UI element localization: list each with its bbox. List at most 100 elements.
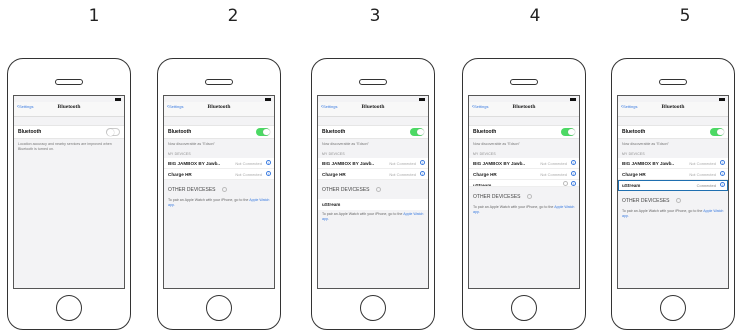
info-icon[interactable]: i [571, 181, 576, 187]
device-status: Not Connected [389, 172, 416, 178]
bluetooth-row: Bluetooth [14, 125, 124, 139]
ustream-row[interactable]: uStream [318, 199, 428, 211]
device-row[interactable]: BIG JAMBOX BY Jawb.. Not Connected i [469, 158, 579, 170]
loading-spinner-icon [676, 198, 681, 204]
bluetooth-toggle[interactable] [410, 128, 424, 136]
device-row[interactable]: BIG JAMBOX BY Jawb.. Not Connected i [618, 158, 728, 170]
bluetooth-toggle[interactable] [106, 128, 120, 136]
earpiece [659, 79, 687, 85]
loading-spinner-icon [376, 187, 381, 193]
home-button[interactable] [511, 295, 537, 321]
device-name: Charge HR [168, 171, 192, 177]
info-icon[interactable]: i [266, 171, 271, 177]
nav-bar: ‹Settings Bluetooth [469, 102, 579, 117]
ustream-row[interactable]: uStream i [469, 180, 579, 188]
bluetooth-toggle[interactable] [256, 128, 270, 136]
home-button[interactable] [660, 295, 686, 321]
info-icon[interactable]: i [720, 182, 725, 188]
device-name: Charge HR [622, 171, 646, 177]
nav-bar: ‹Settings Bluetooth [318, 102, 428, 117]
bluetooth-row: Bluetooth [469, 125, 579, 139]
device-name: Charge HR [322, 171, 346, 177]
device-status: Not Connected [389, 161, 416, 167]
earpiece [510, 79, 538, 85]
discoverable-note: Now discoverable as "Edson" [168, 142, 215, 146]
device-row[interactable]: Charge HR Not Connected i [164, 169, 274, 181]
page-title: Bluetooth [207, 104, 231, 110]
other-devices-label: OTHER DEVICESES [622, 198, 670, 205]
screen: ‹Settings Bluetooth Bluetooth Now discov… [163, 95, 275, 289]
screen: ‹Settings Bluetooth Bluetooth Location a… [13, 95, 125, 289]
step-number-1: 1 [88, 6, 100, 26]
ustream-status: Connected [696, 183, 716, 189]
info-icon[interactable]: i [571, 171, 576, 177]
toggle-knob [717, 128, 724, 135]
ustream-name: uStream [622, 182, 641, 188]
other-devices-label: OTHER DEVICESES [168, 187, 216, 194]
nav-bar: ‹Settings Bluetooth [14, 102, 124, 117]
device-status: Not Connected [235, 161, 262, 167]
bluetooth-label: Bluetooth [622, 129, 646, 135]
info-icon[interactable]: i [420, 171, 425, 177]
ustream-row-highlighted[interactable]: uStream Connected i [618, 180, 728, 192]
bluetooth-label: Bluetooth [473, 129, 497, 135]
my-devices-header: MY DEVICES [622, 152, 645, 157]
page-title: Bluetooth [512, 104, 536, 110]
watch-note: To pair an Apple Watch with your iPhone,… [322, 212, 424, 222]
screen: ‹Settings Bluetooth Bluetooth Now discov… [317, 95, 429, 289]
device-name: BIG JAMBOX BY Jawb.. [322, 160, 374, 166]
battery-icon [419, 98, 425, 101]
info-icon[interactable]: i [720, 171, 725, 177]
toggle-knob [417, 128, 424, 135]
phone-step-1: ‹Settings Bluetooth Bluetooth Location a… [7, 58, 131, 330]
my-devices-header: MY DEVICES [168, 152, 191, 157]
device-status: Not Connected [235, 172, 262, 178]
bluetooth-label: Bluetooth [322, 129, 346, 135]
device-name: BIG JAMBOX BY Jawb.. [622, 160, 674, 166]
device-status: Not Connected [540, 161, 567, 167]
battery-icon [570, 98, 576, 101]
screen: ‹Settings Bluetooth Bluetooth Now discov… [617, 95, 729, 289]
device-name: BIG JAMBOX BY Jawb.. [473, 160, 525, 166]
device-name: Charge HR [473, 171, 497, 177]
device-row[interactable]: Charge HR Not Connected i [618, 169, 728, 181]
battery-icon [115, 98, 121, 101]
phone-step-5: ‹Settings Bluetooth Bluetooth Now discov… [611, 58, 735, 330]
page-title: Bluetooth [57, 104, 81, 110]
device-row[interactable]: BIG JAMBOX BY Jawb.. Not Connected i [164, 158, 274, 170]
watch-note: To pair an Apple Watch with your iPhone,… [168, 198, 270, 208]
discoverable-note: Now discoverable as "Edson" [473, 142, 520, 146]
info-icon[interactable]: i [571, 160, 576, 166]
watch-note: To pair an Apple Watch with your iPhone,… [622, 209, 724, 219]
device-row[interactable]: Charge HR Not Connected i [469, 169, 579, 181]
earpiece [359, 79, 387, 85]
toggle-knob [263, 128, 270, 135]
device-name: BIG JAMBOX BY Jawb.. [168, 160, 220, 166]
phone-step-2: ‹Settings Bluetooth Bluetooth Now discov… [157, 58, 281, 330]
info-icon[interactable]: i [720, 160, 725, 166]
discoverable-note: Now discoverable as "Edson" [322, 142, 369, 146]
bluetooth-toggle[interactable] [710, 128, 724, 136]
other-devices-label: OTHER DEVICESES [322, 187, 370, 194]
device-status: Not Connected [689, 161, 716, 167]
bluetooth-row: Bluetooth [618, 125, 728, 139]
bluetooth-toggle[interactable] [561, 128, 575, 136]
bluetooth-label: Bluetooth [168, 129, 192, 135]
toggle-knob [107, 129, 114, 136]
info-icon[interactable]: i [420, 160, 425, 166]
device-row[interactable]: BIG JAMBOX BY Jawb.. Not Connected i [318, 158, 428, 170]
loading-spinner-icon [222, 187, 227, 193]
step-number-5: 5 [679, 6, 691, 26]
home-button[interactable] [56, 295, 82, 321]
home-button[interactable] [360, 295, 386, 321]
battery-icon [719, 98, 725, 101]
device-row[interactable]: Charge HR Not Connected i [318, 169, 428, 181]
bluetooth-row: Bluetooth [318, 125, 428, 139]
page-title: Bluetooth [661, 104, 685, 110]
home-button[interactable] [206, 295, 232, 321]
bluetooth-label: Bluetooth [18, 129, 42, 135]
earpiece [205, 79, 233, 85]
nav-bar: ‹Settings Bluetooth [618, 102, 728, 117]
info-icon[interactable]: i [266, 160, 271, 166]
step-number-4: 4 [529, 6, 541, 26]
